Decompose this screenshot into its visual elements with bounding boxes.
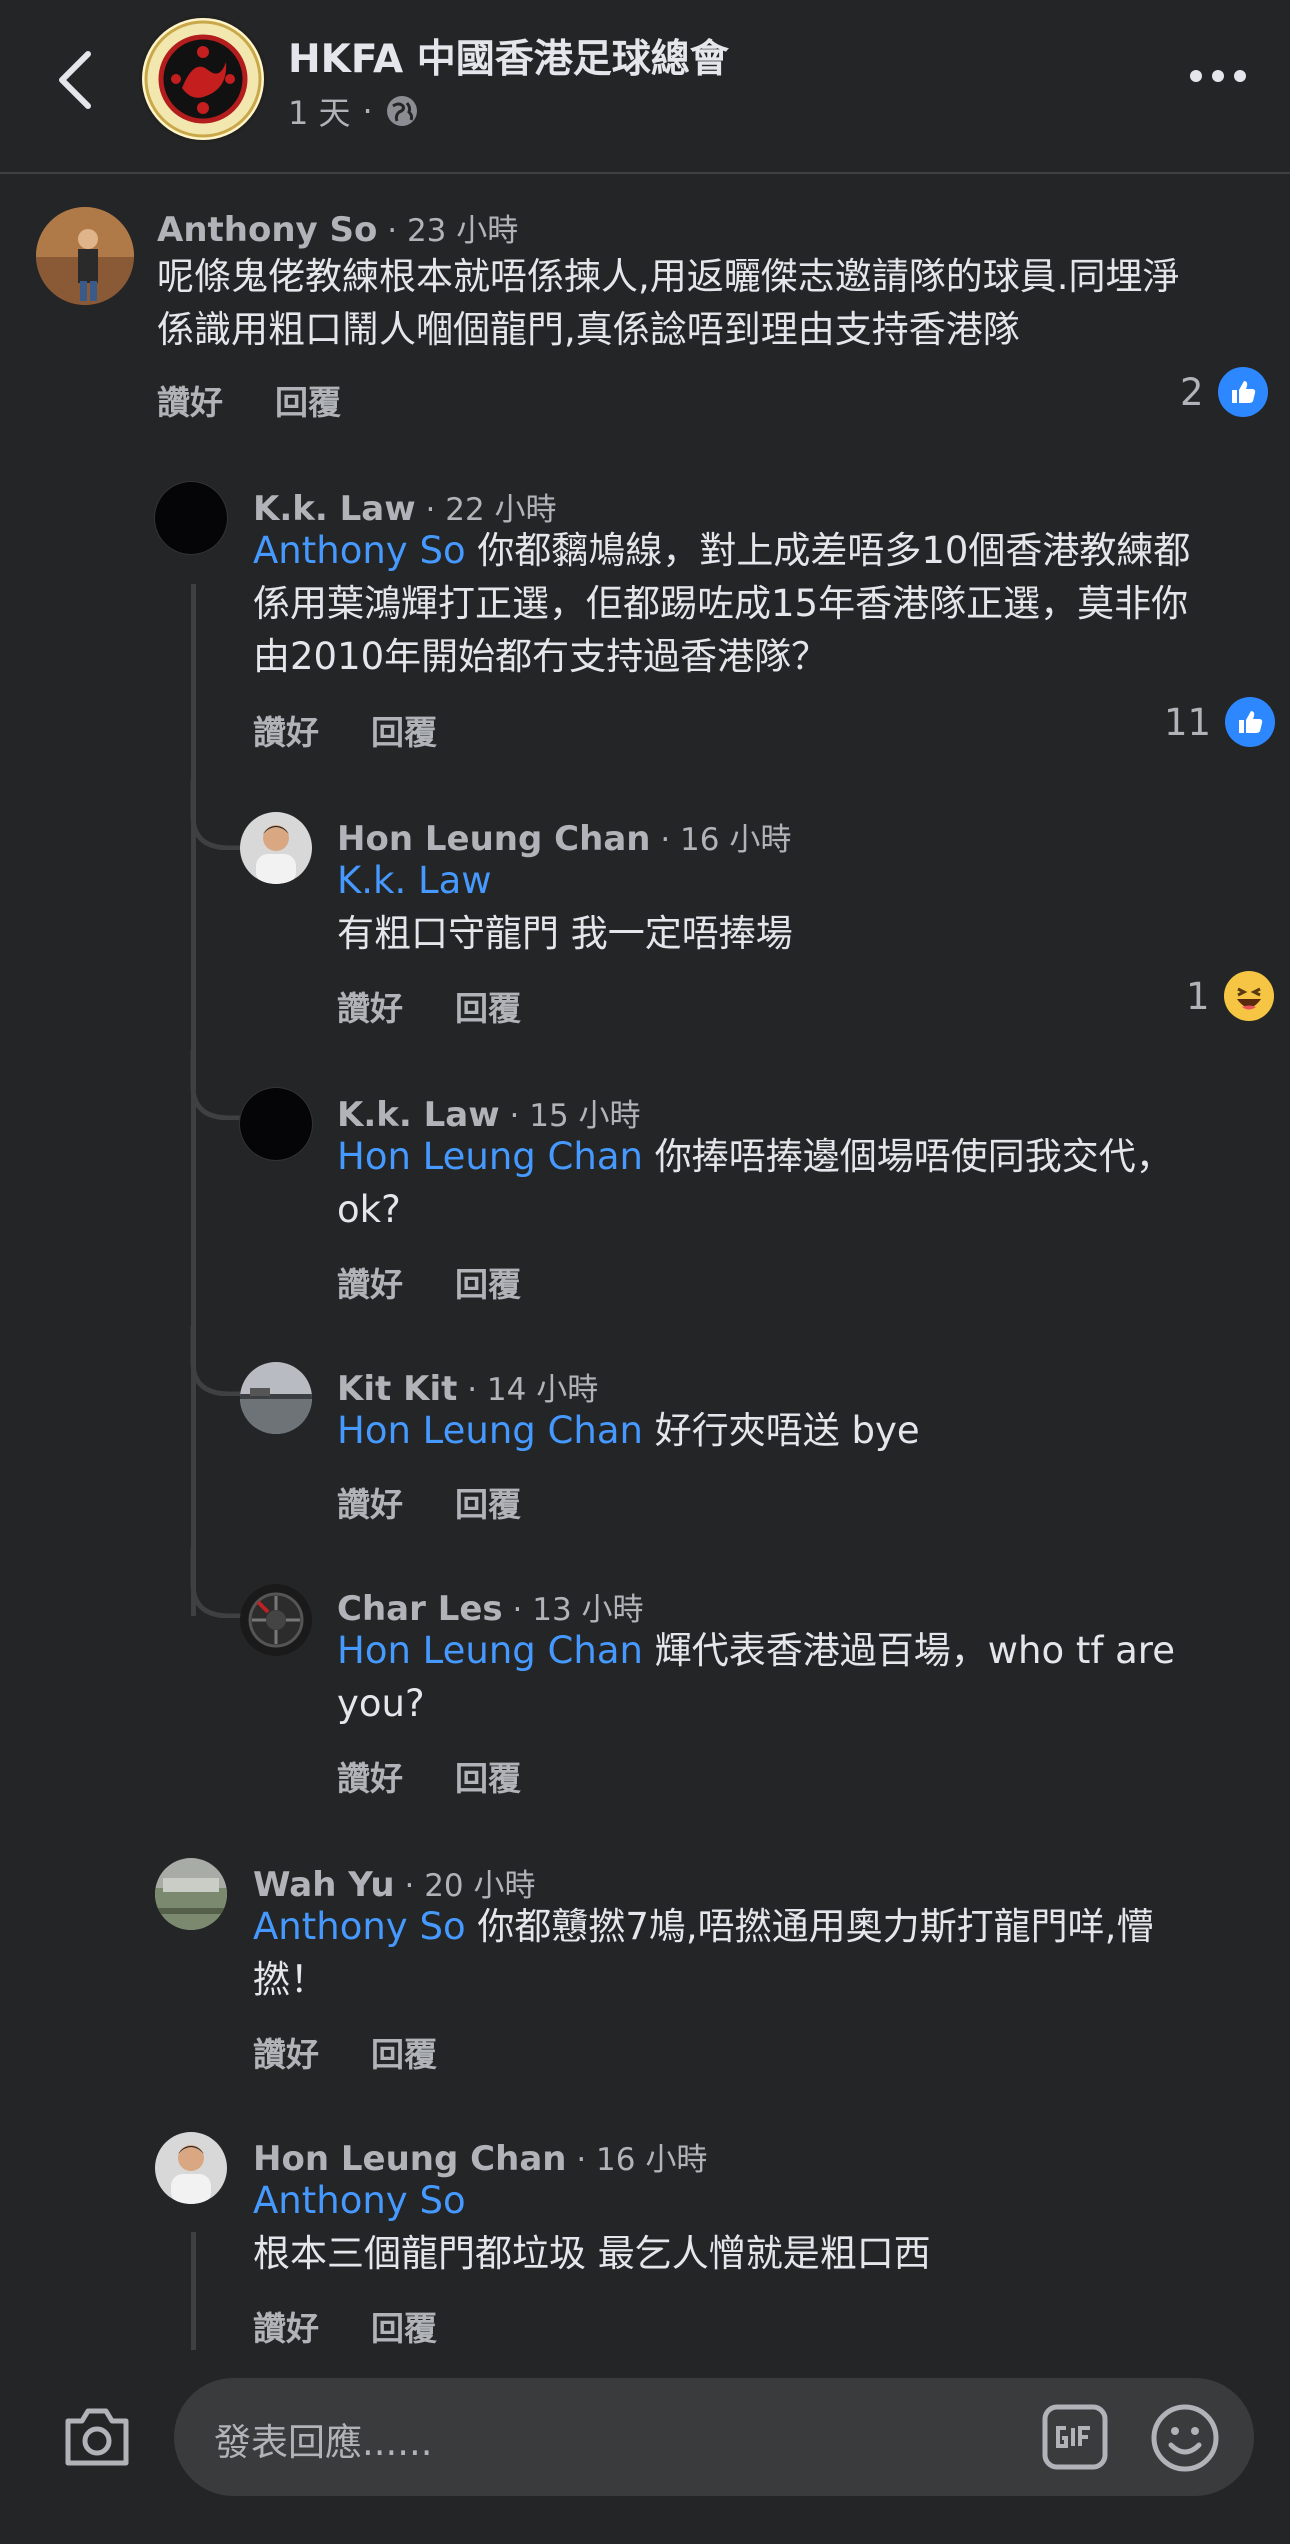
comment-author[interactable]: Anthony So · 23 小時 — [157, 205, 518, 250]
mention-link[interactable]: K.k. Law — [337, 854, 1237, 907]
post-time: 1 天 — [288, 94, 351, 132]
comment-author[interactable]: Hon Leung Chan · 16 小時 — [253, 2134, 707, 2179]
like-button[interactable]: 讚好 — [337, 1478, 403, 1526]
like-button[interactable]: 讚好 — [253, 706, 319, 754]
hkfa-logo[interactable] — [142, 18, 264, 140]
comment-actions: 讚好 回覆 — [253, 2028, 437, 2076]
like-button[interactable]: 讚好 — [337, 1752, 403, 1800]
mention-link[interactable]: Hon Leung Chan — [337, 1629, 643, 1672]
thread-line — [191, 2232, 196, 2362]
mention-link[interactable]: Hon Leung Chan — [337, 1409, 643, 1452]
comment-input-placeholder[interactable]: 發表回應...... — [214, 2412, 433, 2466]
like-button[interactable]: 讚好 — [253, 2028, 319, 2076]
comment-time: · 20 小時 — [394, 1868, 536, 1904]
comment-author[interactable]: Kit Kit · 14 小時 — [337, 1364, 598, 1409]
thumbs-up-icon — [1225, 697, 1276, 747]
post-meta: 1 天 · — [288, 88, 419, 134]
comment-text: 呢條鬼佬教練根本就唔係揀人,用返曬傑志邀請隊的球員.同埋淨 係識用粗口鬧人嗰個龍… — [157, 255, 1180, 351]
page-title[interactable]: HKFA 中國香港足球總會 — [288, 28, 729, 84]
back-arrow-icon[interactable] — [50, 48, 106, 112]
comment-time: · 16 小時 — [650, 822, 792, 858]
comment-text: Hon Leung Chan 好行夾唔送 bye — [337, 1409, 920, 1452]
avatar[interactable] — [240, 1088, 312, 1160]
reply-button[interactable]: 回覆 — [455, 982, 521, 1030]
emoji-icon[interactable] — [1150, 2403, 1220, 2473]
thread-connector — [190, 1050, 244, 1120]
reply-button[interactable]: 回覆 — [371, 706, 437, 754]
like-button[interactable]: 讚好 — [337, 1258, 403, 1306]
comment-text: K.k. Law 有粗口守龍門 我一定唔捧場 — [337, 854, 1237, 960]
more-options-icon[interactable] — [1188, 64, 1248, 88]
reaction-count[interactable]: 1 — [1186, 971, 1274, 1021]
mention-link[interactable]: Anthony So — [253, 1905, 466, 1948]
comment-author[interactable]: Wah Yu · 20 小時 — [253, 1860, 536, 1905]
thread-connector — [190, 1326, 244, 1396]
reply-button[interactable]: 回覆 — [275, 376, 341, 424]
reaction-count[interactable]: 2 — [1180, 367, 1268, 417]
mention-link[interactable]: Anthony So — [253, 2174, 1253, 2227]
reply-button[interactable]: 回覆 — [371, 2028, 437, 2076]
comment-author[interactable]: K.k. Law · 15 小時 — [337, 1090, 641, 1135]
comment-text: Anthony So 你都戇撚7鳩,唔撚通用奧力斯打龍門咩,懵 撚！ — [253, 1905, 1154, 2001]
avatar[interactable] — [240, 1584, 312, 1656]
reply-button[interactable]: 回覆 — [455, 1478, 521, 1526]
comment-text: Hon Leung Chan 輝代表香港過百場，who tf are you? — [337, 1629, 1175, 1725]
globe-icon — [386, 96, 417, 126]
mention-link[interactable]: Anthony So — [253, 529, 466, 572]
reply-button[interactable]: 回覆 — [455, 1258, 521, 1306]
comment-time: · 16 小時 — [566, 2142, 708, 2178]
mention-link[interactable]: Hon Leung Chan — [337, 1135, 643, 1178]
comment-author[interactable]: Hon Leung Chan · 16 小時 — [337, 814, 791, 859]
avatar[interactable] — [155, 2132, 227, 2204]
comment-author[interactable]: Char Les · 13 小時 — [337, 1584, 644, 1629]
comment-text: Anthony So 你都黐鳩線，對上成差唔多10個香港教練都 係用葉鴻輝打正選… — [253, 529, 1191, 678]
thread-connector — [190, 780, 244, 850]
comment-time: · 23 小時 — [377, 213, 519, 249]
like-button[interactable]: 讚好 — [253, 2302, 319, 2350]
reply-button[interactable]: 回覆 — [455, 1752, 521, 1800]
comment-time: · 14 小時 — [457, 1372, 599, 1408]
comment-actions: 讚好 回覆 — [337, 1478, 521, 1526]
post-header: HKFA 中國香港足球總會 1 天 · — [0, 0, 1290, 174]
comment-text: Anthony So 根本三個龍門都垃圾 最乞人憎就是粗口西 — [253, 2174, 1253, 2280]
comment-time: · 15 小時 — [499, 1098, 641, 1134]
comment-time: · 22 小時 — [415, 492, 557, 528]
like-button[interactable]: 讚好 — [337, 982, 403, 1030]
comment-actions: 讚好 回覆 — [253, 2302, 437, 2350]
reaction-count[interactable]: 11 — [1164, 697, 1276, 747]
haha-emoji-icon — [1223, 971, 1274, 1021]
avatar[interactable] — [240, 812, 312, 884]
comment-author[interactable]: K.k. Law · 22 小時 — [253, 484, 557, 529]
thread-connector — [190, 1548, 244, 1618]
comment-actions: 讚好 回覆 — [253, 706, 437, 754]
reply-button[interactable]: 回覆 — [371, 2302, 437, 2350]
comment-actions: 讚好 回覆 — [337, 1258, 521, 1306]
avatar[interactable] — [155, 482, 227, 554]
comment-actions: 讚好 回覆 — [337, 982, 521, 1030]
avatar[interactable] — [240, 1362, 312, 1434]
thumbs-up-icon — [1217, 367, 1268, 417]
comment-actions: 讚好 回覆 — [157, 376, 341, 424]
avatar[interactable] — [155, 1858, 227, 1930]
like-button[interactable]: 讚好 — [157, 376, 223, 424]
gif-icon[interactable] — [1042, 2404, 1108, 2470]
avatar[interactable] — [36, 207, 134, 305]
comment-text: Hon Leung Chan 你捧唔捧邊個場唔使同我交代， ok? — [337, 1135, 1173, 1231]
comment-actions: 讚好 回覆 — [337, 1752, 521, 1800]
camera-icon[interactable] — [62, 2405, 132, 2469]
separator-dot: · — [362, 92, 373, 130]
comment-time: · 13 小時 — [502, 1592, 644, 1628]
